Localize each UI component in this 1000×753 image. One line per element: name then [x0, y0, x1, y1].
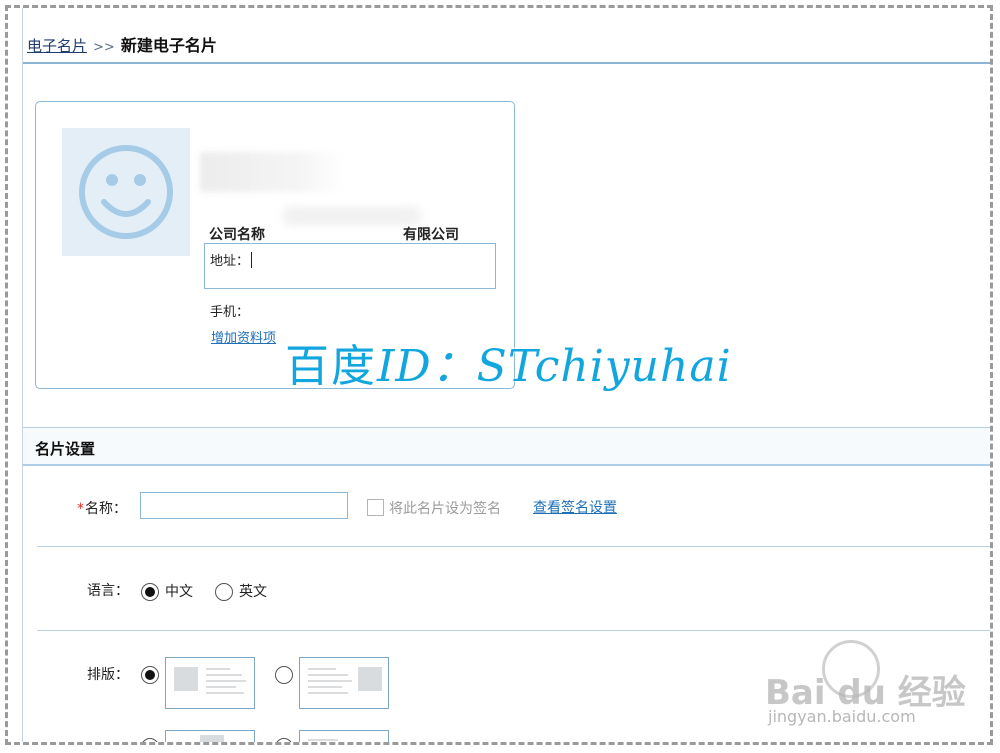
watermark-user: STchiyuhai: [476, 341, 732, 392]
address-label: 地址：: [210, 254, 250, 269]
layout-option-1-thumbnail[interactable]: [165, 657, 255, 709]
layout-label: 排版：: [87, 667, 129, 683]
divider: [37, 630, 990, 631]
set-signature-checkbox[interactable]: [367, 499, 384, 516]
set-signature-label: 将此名片设为签名: [389, 501, 501, 517]
company-label: 公司名称: [209, 227, 265, 243]
smiley-face-icon: [79, 145, 173, 239]
thumb-line: [308, 739, 338, 741]
layout-option-2-radio[interactable]: [275, 666, 293, 684]
thumb-photo-placeholder: [174, 667, 198, 691]
settings-title: 名片设置: [35, 440, 96, 458]
thumb-line: [206, 686, 236, 688]
blurred-company: [282, 206, 422, 226]
breadcrumb-link-cards[interactable]: 电子名片: [27, 35, 87, 56]
view-signature-settings-link[interactable]: 查看签名设置: [533, 497, 617, 517]
layout-option-2-thumbnail[interactable]: [299, 657, 389, 709]
thumb-photo-placeholder: [358, 667, 382, 691]
thumb-line: [206, 692, 244, 694]
layout-option-3-radio[interactable]: [141, 738, 159, 742]
language-chinese-radio[interactable]: [141, 583, 159, 601]
layout-option-4-radio[interactable]: [275, 738, 293, 742]
add-field-link[interactable]: 增加资料项: [211, 327, 276, 346]
thumb-photo-placeholder: [200, 735, 224, 742]
breadcrumb: 电子名片 >> 新建电子名片: [27, 32, 217, 56]
thumb-line: [308, 692, 348, 694]
breadcrumb-separator: >>: [93, 40, 115, 55]
required-mark: *: [77, 501, 84, 517]
name-input[interactable]: [140, 492, 348, 519]
name-label: *名称：: [77, 498, 127, 518]
company-name: 公司名称 有限公司: [209, 224, 459, 244]
text-cursor: [251, 252, 253, 268]
layout-option-4-thumbnail[interactable]: [299, 730, 389, 742]
layout-option-3-thumbnail[interactable]: [165, 730, 255, 742]
watermark-text: 百度ID：STchiyuhai: [285, 330, 732, 394]
blurred-name: [200, 152, 345, 192]
watermark-prefix: 百度: [285, 341, 377, 392]
layout-option-1-radio[interactable]: [141, 666, 159, 684]
divider: [37, 546, 990, 547]
thumb-line: [308, 668, 336, 670]
language-english-radio[interactable]: [215, 583, 233, 601]
address-field[interactable]: 地址：: [204, 243, 496, 289]
language-chinese-label: 中文: [165, 584, 193, 600]
name-label-text: 名称：: [85, 501, 127, 517]
phone-label: 手机：: [210, 305, 250, 320]
thumb-line: [206, 674, 242, 676]
header-bar: 电子名片 >> 新建电子名片: [23, 8, 990, 64]
thumb-line: [206, 668, 230, 670]
page-title: 新建电子名片: [120, 36, 217, 55]
language-english-label: 英文: [239, 584, 267, 600]
language-label: 语言：: [87, 583, 129, 599]
thumb-line: [206, 680, 246, 682]
settings-header: 名片设置: [23, 428, 990, 466]
avatar: [62, 128, 190, 256]
watermark-id: ID：: [377, 341, 477, 392]
thumb-line: [308, 686, 342, 688]
company-suffix: 有限公司: [403, 227, 459, 243]
thumb-line: [308, 680, 352, 682]
baidu-jingyan-url: jingyan.baidu.com: [768, 707, 916, 726]
thumb-line: [308, 674, 348, 676]
